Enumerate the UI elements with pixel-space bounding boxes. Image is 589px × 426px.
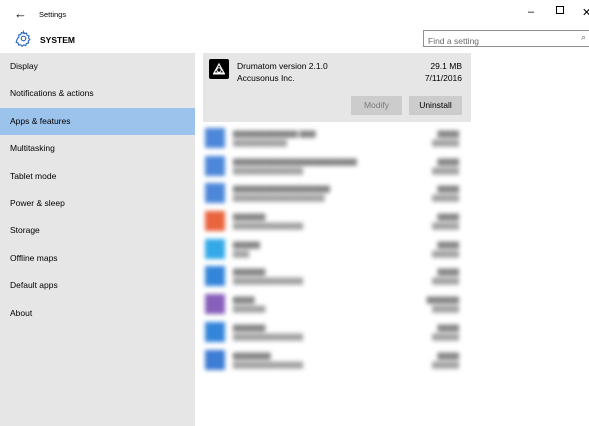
app-icon [205,266,225,287]
app-publisher: Accusonus Inc. [237,73,295,83]
sidebar: Display Notifications & actions Apps & f… [0,53,195,426]
sidebar-item-offline-maps[interactable]: Offline maps [0,245,195,272]
sidebar-item-tablet-mode[interactable]: Tablet mode [0,163,195,190]
sidebar-item-apps-features[interactable]: Apps & features [0,107,195,136]
sidebar-item-default-apps[interactable]: Default apps [0,272,195,299]
app-name: Drumatom version 2.1.0 [237,61,328,71]
app-icon [205,294,225,315]
search-icon[interactable]: ⌕ [581,32,586,43]
modify-button[interactable]: Modify [351,96,402,115]
maximize-icon[interactable] [556,5,564,17]
sidebar-item-power-sleep[interactable]: Power & sleep [0,190,195,217]
app-list: ▇▇▇▇▇▇▇▇▇▇▇▇ ▇▇▇ ▇▇▇▇▇▇▇▇▇▇ ▇▇▇▇ ▇▇▇▇▇ ▇… [203,126,471,375]
app-icon [205,211,225,232]
list-item[interactable]: ▇▇▇▇▇▇ ▇▇▇▇▇▇▇▇▇▇▇▇▇ ▇▇▇▇ ▇▇▇▇▇ [203,209,471,237]
app-icon [205,349,225,370]
app-install-date: 7/11/2016 [424,73,462,83]
apps-list-panel: Drumatom version 2.1.0 Accusonus Inc. 29… [203,53,474,426]
close-icon[interactable]: ✕ [582,6,589,19]
gear-icon [15,30,31,47]
window-title: Settings [39,10,67,19]
search-box[interactable]: ⌕ [423,30,589,48]
back-arrow-icon[interactable]: ← [14,6,27,21]
list-item[interactable]: ▇▇▇▇▇▇▇ ▇▇▇▇▇▇▇▇▇▇▇▇▇ ▇▇▇▇ ▇▇▇▇▇ [203,348,471,376]
app-icon [205,238,225,259]
list-item[interactable]: ▇▇▇▇▇▇ ▇▇▇▇▇▇▇▇▇▇▇▇▇ ▇▇▇▇ ▇▇▇▇▇ [203,320,471,348]
sidebar-item-multitasking[interactable]: Multitasking [0,135,195,162]
list-item[interactable]: ▇▇▇▇▇▇▇▇▇▇▇▇▇▇▇▇▇▇ ▇▇▇▇▇▇▇▇▇▇▇▇▇▇▇▇▇ ▇▇▇… [203,181,471,209]
list-item[interactable]: ▇▇▇▇ ▇▇▇▇▇▇ ▇▇▇▇▇▇ ▇▇▇▇▇ [203,292,471,320]
list-item[interactable]: ▇▇▇▇▇▇▇▇▇▇▇▇ ▇▇▇ ▇▇▇▇▇▇▇▇▇▇ ▇▇▇▇ ▇▇▇▇▇ [203,126,471,154]
sidebar-item-notifications[interactable]: Notifications & actions [0,80,195,107]
list-item[interactable]: ▇▇▇▇▇ ▇▇▇ ▇▇▇▇ ▇▇▇▇▇ [203,237,471,265]
sidebar-item-about[interactable]: About [0,300,195,327]
list-item[interactable]: ▇▇▇▇▇▇▇▇▇▇▇▇▇▇▇▇▇▇▇▇▇▇▇ ▇▇▇▇▇▇▇▇▇▇▇▇▇ ▇▇… [203,154,471,182]
drumatom-app-icon [209,59,229,79]
app-icon [205,155,225,176]
sidebar-item-storage[interactable]: Storage [0,217,195,244]
app-icon [205,321,225,342]
search-input[interactable] [424,34,568,48]
sidebar-item-display[interactable]: Display [0,53,195,80]
app-size: 29.1 MB [430,61,462,71]
list-item[interactable]: ▇▇▇▇▇▇ ▇▇▇▇▇▇▇▇▇▇▇▇▇ ▇▇▇▇ ▇▇▇▇▇ [203,264,471,292]
app-icon [205,183,225,204]
selected-app-item[interactable]: Drumatom version 2.1.0 Accusonus Inc. 29… [203,53,471,122]
page-title: SYSTEM [40,35,75,45]
minimize-icon[interactable]: – [528,6,534,18]
title-bar: ← Settings – ✕ [0,0,589,30]
app-icon [205,128,225,148]
uninstall-button[interactable]: Uninstall [409,96,462,115]
